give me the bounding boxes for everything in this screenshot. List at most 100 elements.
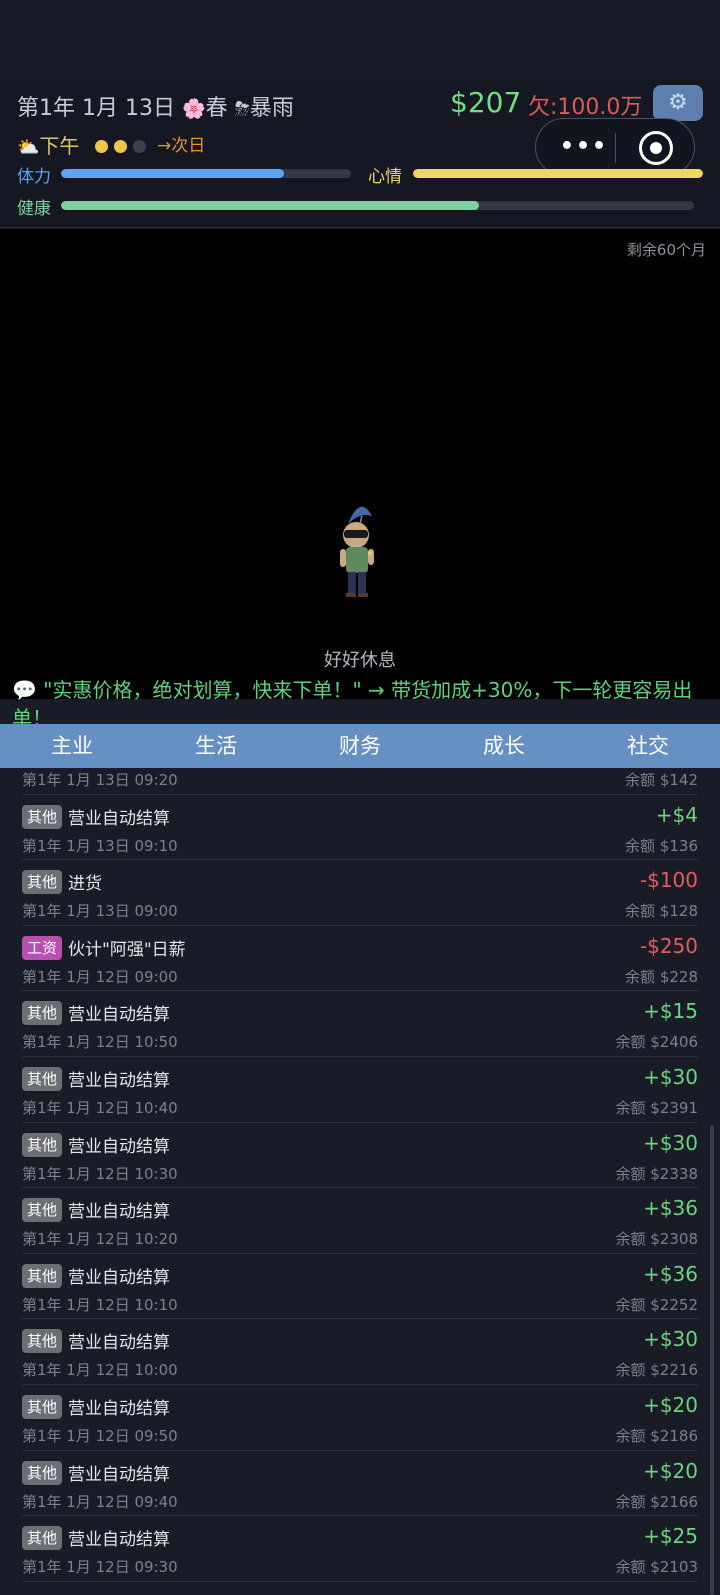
transaction-balance: 余额 $228 [625,967,698,986]
ledger-row[interactable]: 其他 营业自动结算 第1年 1月 12日 10:10 +$36 余额 $2252 [22,1254,698,1320]
ledger-row[interactable]: 其他 营业自动结算 第1年 1月 12日 09:50 +$20 余额 $2186 [22,1385,698,1451]
category-badge: 其他 [22,1066,63,1091]
transaction-title: 营业自动结算 [68,1398,170,1419]
transaction-balance: 余额 $136 [625,836,698,855]
transaction-title: 伙计"阿强"日薪 [68,939,186,960]
ledger-row[interactable]: 其他营业自动结算第1年 1月 13日 09:20+$4余额 $142 [22,768,698,795]
transaction-balance: 余额 $142 [625,771,698,789]
ledger-row[interactable]: 其他 营业自动结算 第1年 1月 12日 10:50 +$15 余额 $2406 [22,991,698,1057]
stamina-label: 体力 [17,167,51,187]
health-bar [61,201,694,210]
category-badge: 其他 [22,1460,63,1485]
transaction-balance: 余额 $2103 [615,1558,699,1577]
storm-cloud-icon: ⛈ [234,98,250,120]
transaction-balance: 余额 $2252 [615,1295,699,1314]
transaction-amount: +$30 [643,1064,698,1089]
transaction-time: 第1年 1月 12日 10:40 [22,1098,178,1117]
transaction-balance: 余额 $2186 [615,1426,699,1445]
transaction-balance: 余额 $2308 [615,1230,699,1249]
transaction-title: 营业自动结算 [68,1005,170,1026]
tab-main-business[interactable]: 主业 [0,724,144,768]
tab-social[interactable]: 社交 [576,724,720,768]
ledger-row[interactable]: 其他 进货 第1年 1月 13日 09:00 -$100 余额 $128 [22,860,698,926]
tab-growth[interactable]: 成长 [432,724,576,768]
category-badge: 其他 [22,1132,63,1157]
transaction-title: 营业自动结算 [68,1464,170,1485]
season-text: 春 [205,96,228,121]
blossom-icon: 🌸 [181,98,206,120]
transaction-amount: +$30 [643,1327,698,1352]
transaction-time: 第1年 1月 13日 09:20 [22,771,178,789]
category-badge: 其他 [22,1001,63,1026]
tab-finance[interactable]: 财务 [288,724,432,768]
ledger-row[interactable]: 其他 营业自动结算 第1年 1月 12日 10:40 +$30 余额 $2391 [22,1057,698,1123]
date-text: 第1年 1月 13日 [17,96,175,121]
transaction-title: 营业自动结算 [68,1530,170,1551]
time-period: ⛅下午 [17,130,79,159]
transaction-balance: 余额 $2338 [615,1164,699,1183]
next-day-button[interactable]: →次日 [157,131,205,156]
transaction-amount: +$36 [643,1261,698,1286]
category-badge: 其他 [22,804,63,829]
transaction-list[interactable]: 其他营业自动结算第1年 1月 13日 09:20+$4余额 $142其他营业自动… [0,768,720,1595]
transaction-time: 第1年 1月 13日 09:10 [22,836,178,855]
scene-message: 好好休息 [324,650,396,671]
health-bar-fill [61,201,479,210]
period-dot [95,140,108,153]
scrollbar[interactable] [710,1125,714,1595]
transaction-amount: +$25 [643,1524,698,1549]
transaction-time: 第1年 1月 12日 09:50 [22,1426,178,1445]
transaction-amount: -$100 [639,868,698,893]
ticker-text: "实惠价格，绝对划算，快来下单！" → 带货加成+30%，下一轮更容易出单！ [12,678,693,730]
ledger-row[interactable]: 其他 营业自动结算 第1年 1月 12日 09:30 +$25 余额 $2103 [22,1516,698,1582]
transaction-time: 第1年 1月 12日 09:30 [22,1558,178,1577]
ledger-row[interactable]: 其他 营业自动结算 第1年 1月 12日 09:40 +$20 余额 $2166 [22,1451,698,1517]
transaction-time: 第1年 1月 12日 10:00 [22,1361,178,1380]
money-display: $207 [450,86,522,119]
category-badge: 其他 [22,1329,63,1354]
transaction-balance: 余额 $2216 [615,1361,699,1380]
ledger-row[interactable]: 其他 营业自动结算 第1年 1月 12日 10:30 +$30 余额 $2338 [22,1123,698,1189]
period-progress-dots [95,136,152,155]
transaction-title: 进货 [68,874,102,895]
transaction-amount: +$20 [643,1458,698,1483]
months-remaining: 剩余60个月 [626,241,706,259]
transaction-title: 营业自动结算 [68,1136,170,1157]
target-icon[interactable] [639,131,673,165]
mood-label: 心情 [368,167,402,187]
transaction-title: 营业自动结算 [68,1267,170,1288]
speech-bubble-icon: 💬 [12,678,37,702]
mood-bar [413,169,703,178]
tab-life[interactable]: 生活 [144,724,288,768]
mini-program-capsule: ••• [535,118,695,176]
category-badge: 其他 [22,1394,63,1419]
transaction-time: 第1年 1月 12日 10:10 [22,1295,178,1314]
category-badge: 其他 [22,1198,63,1223]
transaction-balance: 余额 $2166 [615,1492,699,1511]
ledger-row[interactable]: 其他 营业自动结算第1年 1月 12日 10:00 +$30 余额 $2216 [22,1319,698,1385]
transaction-time: 第1年 1月 12日 10:50 [22,1033,178,1052]
ledger-row[interactable]: 其他 营业自动结算 第1年 1月 13日 09:10 +$4 余额 $136 [22,795,698,861]
transaction-title: 营业自动结算 [68,808,170,829]
transaction-amount: +$15 [643,999,698,1024]
transaction-title: 营业自动结算 [68,1333,170,1354]
ledger-row[interactable]: 其他 营业自动结算 第1年 1月 12日 10:20 +$36 余额 $2308 [22,1188,698,1254]
more-dots-icon[interactable]: ••• [554,129,614,165]
period-dot [133,140,146,153]
player-character[interactable] [330,494,390,599]
gear-icon: ⚙ [668,90,688,115]
transaction-amount: +$36 [643,1196,698,1221]
settings-button[interactable]: ⚙ [653,85,703,121]
category-tabs: 主业 生活 财务 成长 社交 [0,724,720,768]
transaction-balance: 余额 $128 [625,902,698,921]
transaction-time: 第1年 1月 13日 09:00 [22,902,178,921]
capsule-divider [615,133,616,163]
ledger-row[interactable]: 工资 伙计"阿强"日薪 第1年 1月 12日 09:00 -$250 余额 $228 [22,926,698,992]
mood-bar-fill [413,169,703,178]
partly-sunny-icon: ⛅ [17,137,40,158]
game-scene[interactable]: 剩余60个月 好好休息 [0,229,720,699]
transaction-amount: -$250 [639,933,698,958]
transaction-title: 营业自动结算 [68,1070,170,1091]
health-label: 健康 [17,199,51,219]
category-badge: 工资 [22,935,63,960]
